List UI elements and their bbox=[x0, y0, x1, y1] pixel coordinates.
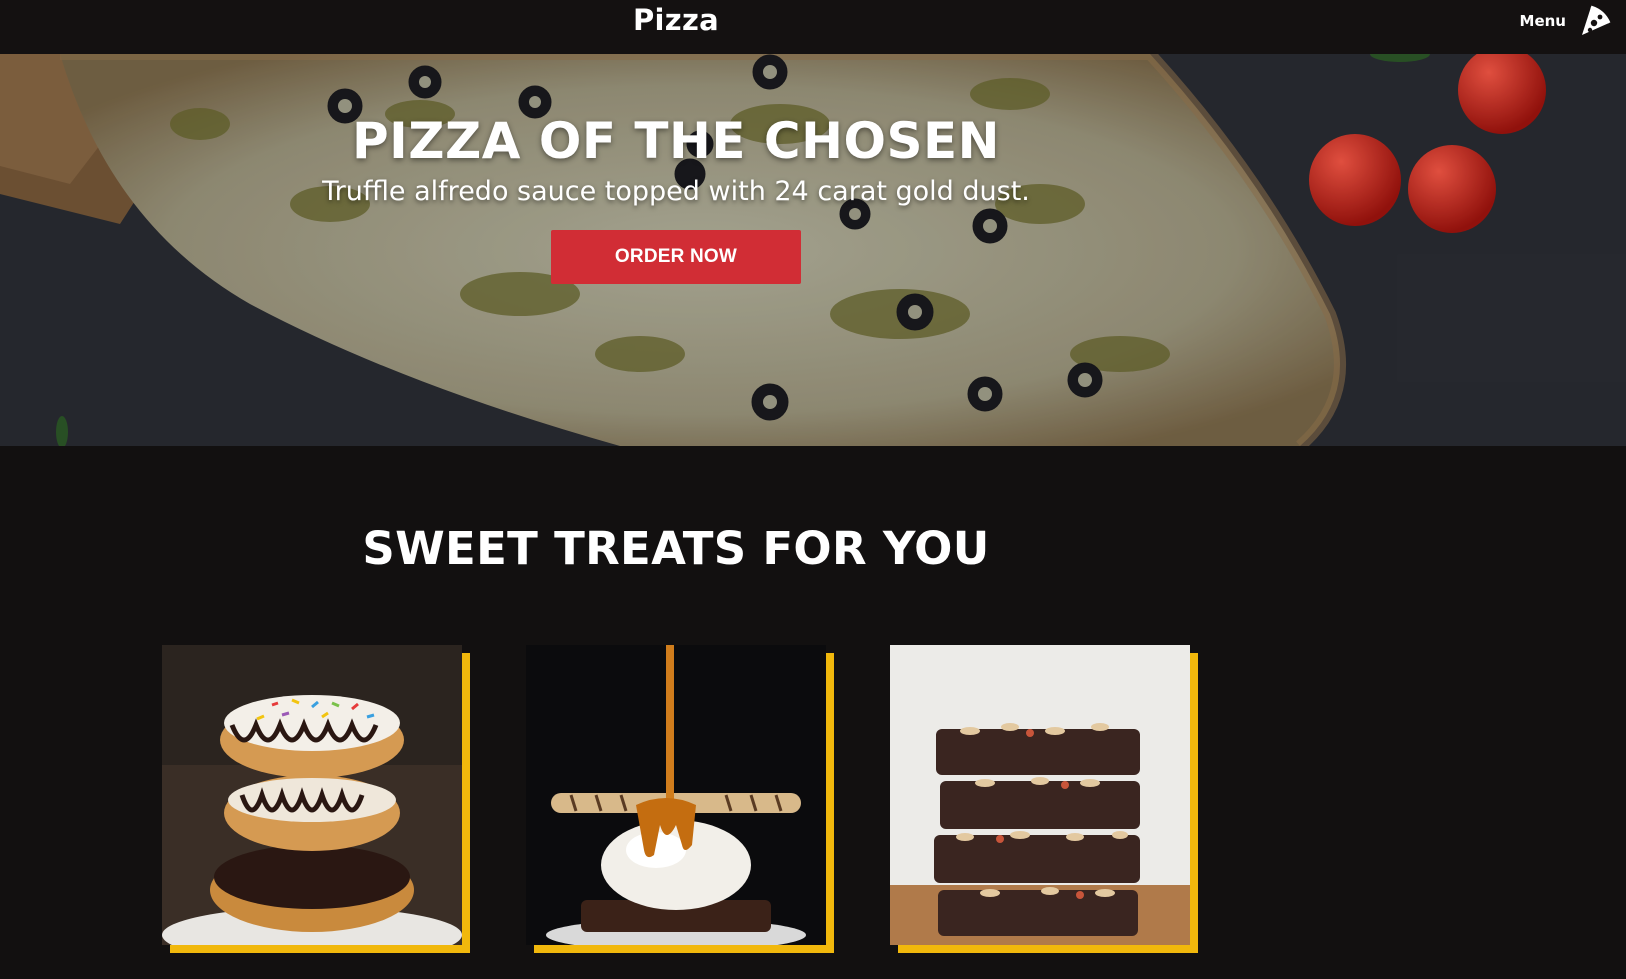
ice-cream-brownie-image[interactable] bbox=[526, 645, 826, 945]
treats-section-title: SWEET TREATS FOR YOU bbox=[362, 522, 990, 575]
brownies-image[interactable] bbox=[890, 645, 1190, 945]
treat-card-donuts[interactable] bbox=[162, 645, 472, 953]
hero-subtitle: Truffle alfredo sauce topped with 24 car… bbox=[322, 176, 1030, 207]
treat-card-ice-cream[interactable] bbox=[526, 645, 836, 953]
navbar: Pizza Menu bbox=[0, 0, 1626, 54]
treat-card-brownies[interactable] bbox=[890, 645, 1200, 953]
hero-banner: PIZZA OF THE CHOSEN Truffle alfredo sauc… bbox=[0, 54, 1626, 446]
brand-logo[interactable]: Pizza bbox=[500, 0, 852, 40]
order-now-button[interactable]: ORDER NOW bbox=[551, 230, 801, 284]
donuts-image[interactable] bbox=[162, 645, 462, 945]
menu-button[interactable]: Menu bbox=[1520, 4, 1612, 38]
pizza-slice-icon bbox=[1582, 5, 1611, 35]
menu-label: Menu bbox=[1519, 12, 1566, 30]
hero-title: PIZZA OF THE CHOSEN bbox=[351, 112, 1000, 170]
